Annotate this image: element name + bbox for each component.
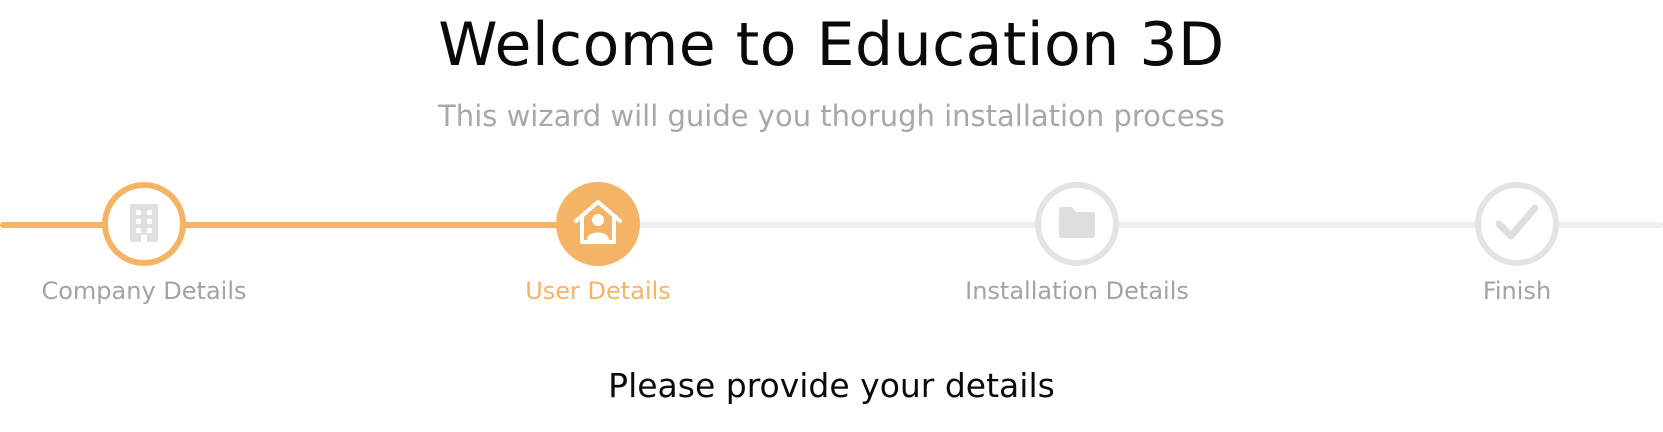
step-finish[interactable] bbox=[1475, 182, 1559, 266]
user-home-icon bbox=[572, 197, 624, 251]
page-title: Welcome to Education 3D bbox=[438, 10, 1225, 80]
step-label-finish: Finish bbox=[1482, 277, 1552, 305]
step-label-installation-details: Installation Details bbox=[965, 277, 1189, 305]
step-label-company-details: Company Details bbox=[41, 277, 247, 305]
step-user-details[interactable] bbox=[556, 182, 640, 266]
checkmark-icon bbox=[1495, 202, 1539, 246]
building-icon bbox=[127, 202, 161, 246]
step-company-details[interactable] bbox=[102, 182, 186, 266]
step-label-user-details: User Details bbox=[525, 277, 671, 305]
folder-icon bbox=[1057, 205, 1097, 243]
progress-track-completed bbox=[0, 222, 600, 228]
page-subtitle: This wizard will guide you thorugh insta… bbox=[438, 99, 1225, 133]
step-installation-details[interactable] bbox=[1035, 182, 1119, 266]
details-prompt: Please provide your details bbox=[608, 366, 1055, 405]
installation-wizard: Welcome to Education 3D This wizard will… bbox=[0, 0, 1663, 432]
